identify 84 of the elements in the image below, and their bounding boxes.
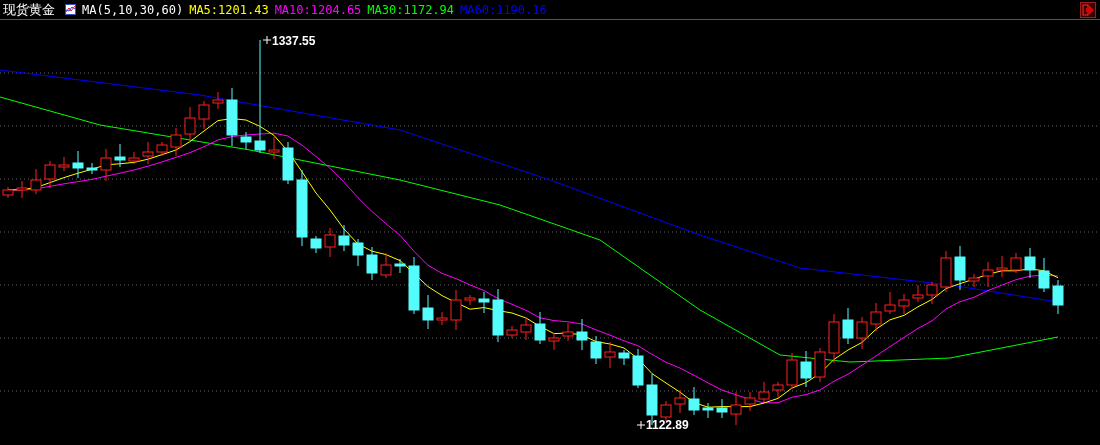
candlestick — [856, 316, 868, 350]
candlestick — [954, 245, 966, 291]
candlestick — [786, 352, 798, 390]
candlestick — [366, 246, 378, 281]
candlestick — [338, 224, 350, 252]
candlestick — [464, 294, 476, 306]
candlestick — [996, 255, 1008, 278]
candlestick — [100, 148, 112, 182]
candlestick — [408, 256, 420, 315]
candlestick — [198, 100, 210, 130]
candlestick — [492, 288, 504, 343]
candlestick — [226, 87, 238, 147]
candlestick — [72, 150, 84, 179]
candlestick — [618, 349, 630, 366]
candlestick — [86, 162, 98, 175]
candlestick — [1052, 279, 1064, 315]
candlestick — [604, 341, 616, 369]
candlestick — [828, 313, 840, 364]
candlestick — [716, 398, 728, 419]
candlestick — [702, 402, 714, 419]
candlestick — [436, 311, 448, 326]
candlestick — [184, 106, 196, 140]
candlestick — [926, 281, 938, 305]
candlestick — [44, 160, 56, 189]
low-marker-tick — [636, 420, 646, 430]
candlestick — [268, 136, 280, 160]
candlestick — [968, 273, 980, 288]
candlestick — [772, 381, 784, 399]
high-price-label: 1337.55 — [272, 34, 316, 48]
moving-average-value: MA30:1172.94 — [367, 2, 455, 17]
moving-average-value: MA5:1201.43 — [189, 2, 269, 17]
candlestick — [562, 322, 574, 342]
candlestick — [58, 156, 70, 172]
candlestick — [758, 381, 770, 403]
candlestick — [576, 318, 588, 351]
moving-average-value: MA10:1204.65 — [274, 2, 362, 17]
candlestick — [520, 316, 532, 341]
low-price-label: 1122.89 — [646, 418, 689, 432]
candlestick — [590, 335, 602, 365]
candlestick — [814, 347, 826, 383]
candlestick — [688, 386, 700, 416]
candlestick — [1010, 252, 1022, 274]
candlestick — [730, 391, 742, 426]
candlestick — [1038, 257, 1050, 293]
candlestick — [30, 168, 42, 195]
candlestick — [1024, 247, 1036, 279]
candlestick — [114, 143, 126, 168]
candlestick — [674, 389, 686, 414]
high-marker-tick — [262, 35, 272, 45]
candlestick — [212, 91, 224, 110]
candlestick — [870, 302, 882, 332]
candlestick — [240, 131, 252, 150]
candlestick — [422, 294, 434, 330]
candlestick — [478, 291, 490, 314]
candlestick — [660, 400, 672, 422]
candlestick — [282, 141, 294, 185]
candlestick — [156, 141, 168, 157]
candlestick — [940, 250, 952, 293]
candlestick — [506, 325, 518, 339]
candlestick — [898, 293, 910, 315]
candlestick — [534, 311, 546, 345]
candlestick — [800, 350, 812, 388]
candlestick — [310, 235, 322, 254]
candlestick — [16, 180, 28, 199]
instrument-title: 现货黄金 — [3, 0, 55, 19]
candlestick — [842, 307, 854, 345]
candlestick — [982, 261, 994, 288]
candlestick — [394, 258, 406, 274]
indicator-name: MA(5,10,30,60) — [82, 2, 184, 17]
exit-icon[interactable] — [1080, 1, 1096, 18]
candlestick — [352, 238, 364, 267]
candlestick — [128, 151, 140, 165]
candlestick — [632, 348, 644, 389]
candlestick — [170, 127, 182, 157]
candlestick — [450, 289, 462, 331]
candlestick — [324, 227, 336, 258]
candlestick — [912, 284, 924, 303]
candlestick — [744, 391, 756, 412]
line-chart-icon[interactable] — [65, 4, 76, 15]
candlestick — [142, 141, 154, 165]
candlestick — [884, 291, 896, 315]
candlestick — [380, 252, 392, 279]
candlestick — [548, 332, 560, 351]
moving-average-value: MA60:1190.16 — [460, 2, 547, 17]
